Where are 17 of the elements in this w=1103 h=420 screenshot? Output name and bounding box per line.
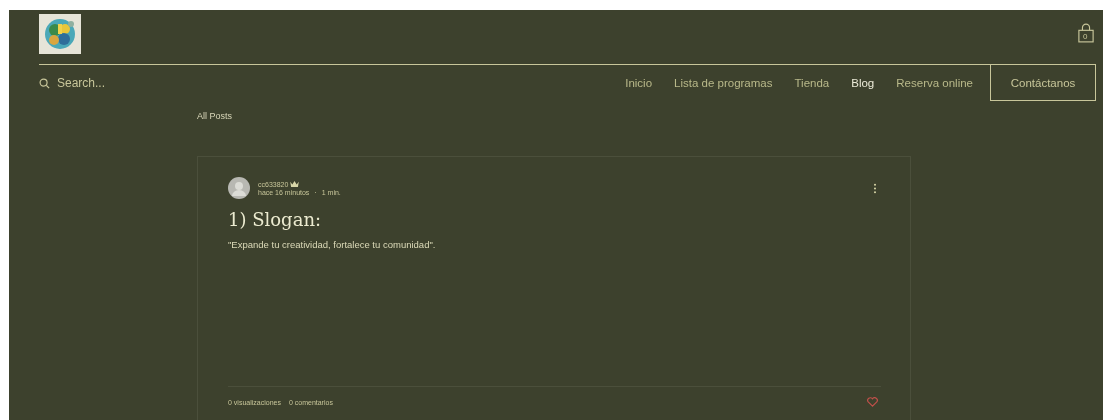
- nav-link[interactable]: Tienda: [794, 77, 830, 89]
- nav-link[interactable]: Inicio: [625, 77, 653, 89]
- search-field[interactable]: Search...: [57, 76, 257, 90]
- more-options-icon[interactable]: [873, 182, 877, 194]
- shopping-bag-icon: [1078, 22, 1094, 44]
- cart-count: 0: [1083, 32, 1088, 41]
- nav-link[interactable]: Blog: [851, 77, 875, 89]
- cart-button[interactable]: 0: [1078, 22, 1094, 44]
- contact-button[interactable]: Contáctanos: [990, 64, 1096, 101]
- nav-link[interactable]: Reserva online: [896, 77, 973, 89]
- nav-link[interactable]: Lista de programas: [674, 77, 773, 89]
- crown-icon: [290, 181, 300, 187]
- post-excerpt: "Expande tu creatividad, fortalece tu comunidad".: [228, 239, 437, 250]
- post-title[interactable]: 1) Slogan:: [228, 209, 881, 230]
- avatar-icon[interactable]: [228, 177, 250, 199]
- all-posts-link[interactable]: All Posts: [197, 111, 232, 121]
- search-icon: [39, 77, 50, 89]
